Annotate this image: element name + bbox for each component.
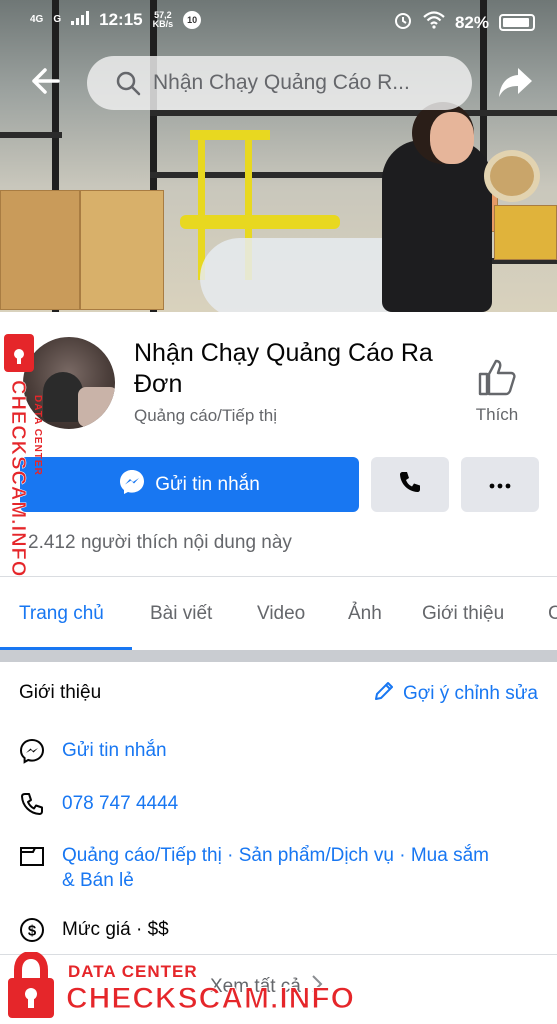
send-message-label: Gửi tin nhắn bbox=[155, 473, 260, 495]
network-label: G bbox=[53, 14, 62, 25]
avatar-goods bbox=[78, 387, 115, 427]
page-category[interactable]: Quảng cáo/Tiếp thị bbox=[134, 406, 277, 426]
watermark-vertical-subtext: DATA CENTER bbox=[32, 395, 43, 476]
shelf bbox=[150, 110, 557, 116]
tab-photos[interactable]: Ảnh bbox=[348, 603, 382, 625]
tab-posts[interactable]: Bài viết bbox=[150, 603, 212, 625]
likes-count[interactable]: 2.412 người thích nội dung này bbox=[28, 532, 292, 554]
messenger-icon bbox=[119, 469, 145, 501]
about-phone-row[interactable]: 078 747 4444 bbox=[19, 791, 178, 817]
facebook-page-screen: 4G G 12:15 57,2 KB/s 10 82% Nhận Chạy Qu… bbox=[0, 0, 557, 1024]
network-speed: 57,2 KB/s bbox=[153, 11, 174, 29]
tab-home[interactable]: Trang chủ bbox=[19, 603, 104, 625]
person bbox=[382, 140, 492, 312]
see-all-divider bbox=[0, 954, 557, 955]
back-arrow-icon[interactable] bbox=[28, 64, 62, 98]
watermark-lock-icon bbox=[4, 334, 34, 372]
network-label: 4G bbox=[30, 14, 44, 25]
battery-icon bbox=[499, 14, 535, 31]
person-face bbox=[430, 112, 474, 164]
alarm-icon bbox=[393, 10, 413, 35]
watermark-padlock-icon bbox=[6, 950, 56, 1020]
about-category-row[interactable]: Quảng cáo/Tiếp thị · Sản phẩm/Dịch vụ · … bbox=[19, 843, 519, 893]
page-tabs: Trang chủ Bài viết Video Ảnh Giới thiệu … bbox=[0, 576, 557, 651]
battery-percent: 82% bbox=[454, 12, 489, 32]
search-icon bbox=[115, 70, 141, 96]
ellipsis-icon bbox=[489, 476, 511, 494]
ladder bbox=[190, 130, 270, 140]
search-bar[interactable]: Nhận Chạy Quảng Cáo R... bbox=[87, 56, 472, 110]
share-icon[interactable] bbox=[496, 62, 536, 102]
dollar-circle-icon: $ bbox=[19, 917, 45, 943]
watermark-vertical-text: CHECKSCAM.INFO bbox=[7, 380, 30, 578]
shelf bbox=[150, 172, 390, 178]
suggest-edit-label: Gợi ý chỉnh sửa bbox=[402, 683, 538, 704]
speed-unit: KB/s bbox=[152, 19, 174, 29]
avatar-person bbox=[43, 372, 83, 422]
about-price-row: $ Mức giá · $$ bbox=[19, 917, 169, 943]
phone-outline-icon bbox=[19, 791, 45, 817]
status-bar: 4G G 12:15 57,2 KB/s 10 82% bbox=[0, 0, 557, 42]
tab-video[interactable]: Video bbox=[257, 603, 305, 625]
watermark-data-center: DATA CENTER bbox=[68, 962, 198, 981]
cover-photo[interactable] bbox=[0, 0, 557, 312]
wifi-icon bbox=[423, 11, 445, 34]
search-placeholder: Nhận Chạy Quảng Cáo R... bbox=[153, 71, 410, 94]
like-label: Thích bbox=[475, 405, 519, 424]
cardboard-box bbox=[80, 190, 164, 310]
notification-badge: 10 bbox=[183, 11, 202, 29]
category-tag-icon bbox=[19, 843, 45, 869]
about-message-row[interactable]: Gửi tin nhắn bbox=[19, 738, 167, 764]
about-message-link: Gửi tin nhắn bbox=[62, 740, 167, 761]
like-button[interactable]: Thích bbox=[466, 358, 528, 425]
section-divider bbox=[0, 650, 557, 662]
product-box bbox=[494, 205, 557, 260]
shelf bbox=[0, 132, 62, 138]
about-phone-number: 078 747 4444 bbox=[62, 793, 179, 814]
ladder bbox=[180, 215, 340, 229]
tape-roll bbox=[484, 150, 540, 202]
about-section-title: Giới thiệu bbox=[19, 682, 102, 703]
send-message-button[interactable]: Gửi tin nhắn bbox=[20, 457, 359, 512]
more-options-button[interactable] bbox=[461, 457, 539, 512]
call-button[interactable] bbox=[371, 457, 449, 512]
clock: 12:15 bbox=[99, 10, 143, 29]
phone-icon bbox=[398, 470, 422, 499]
messenger-outline-icon bbox=[19, 738, 45, 764]
about-categories: Quảng cáo/Tiếp thị · Sản phẩm/Dịch vụ · … bbox=[62, 845, 489, 891]
svg-text:$: $ bbox=[28, 923, 37, 940]
signal-icon bbox=[71, 10, 90, 30]
page-title: Nhận Chạy Quảng Cáo Ra Đơn bbox=[134, 339, 433, 398]
suggest-edit-link[interactable]: Gợi ý chỉnh sửa bbox=[373, 680, 538, 708]
about-price: Mức giá · $$ bbox=[62, 919, 169, 940]
pencil-icon bbox=[373, 680, 395, 708]
thumbs-up-icon bbox=[477, 359, 517, 400]
tab-more-clipped[interactable]: C bbox=[548, 603, 557, 625]
cardboard-box bbox=[0, 190, 80, 310]
tab-about[interactable]: Giới thiệu bbox=[422, 603, 504, 625]
watermark-brand: CHECKSCAM.INFO bbox=[66, 982, 355, 1016]
